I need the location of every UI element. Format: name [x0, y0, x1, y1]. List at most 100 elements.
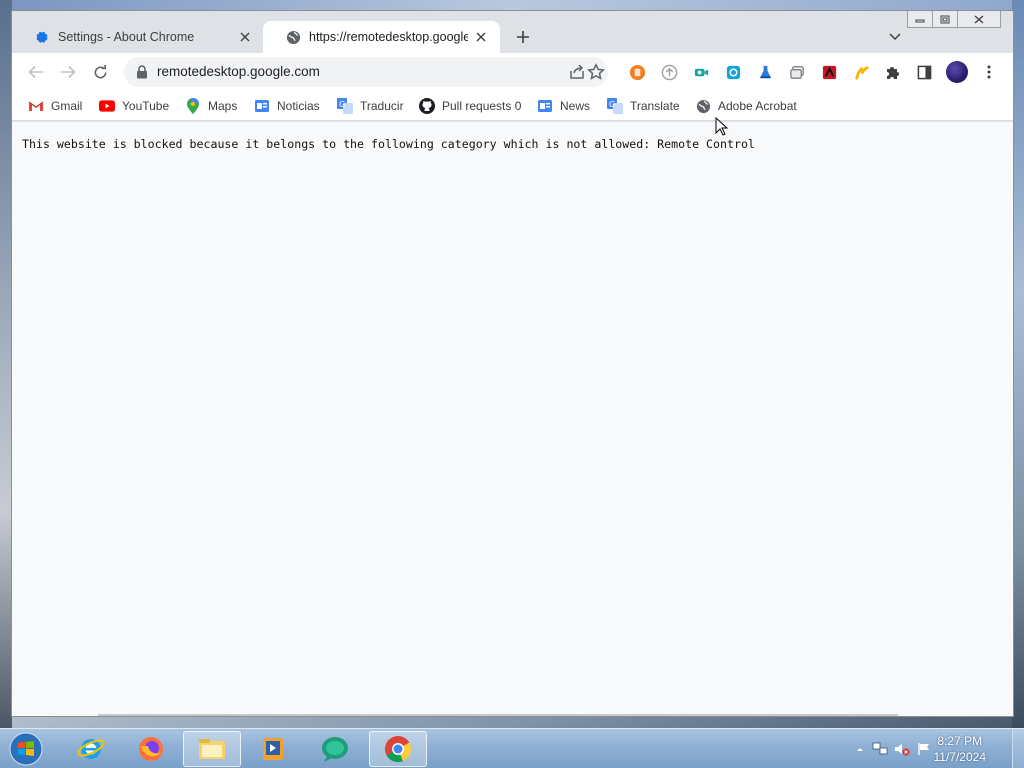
chrome-icon [385, 736, 412, 763]
menu-kebab-icon[interactable] [980, 63, 998, 81]
extension-red-icon[interactable] [820, 63, 838, 81]
start-button[interactable] [6, 731, 46, 767]
translate-icon: G [607, 98, 623, 114]
news-icon [254, 98, 270, 114]
tab-remote-desktop[interactable]: https://remotedesktop.google.co [263, 21, 500, 53]
address-bar-url: remotedesktop.google.com [157, 64, 320, 79]
tab-settings[interactable]: Settings - About Chrome [12, 21, 264, 53]
bookmark-label: Adobe Acrobat [718, 99, 797, 113]
reload-icon [94, 64, 106, 78]
extension-orange-icon[interactable] [628, 63, 646, 81]
extension-screen-icon[interactable] [724, 63, 742, 81]
clock-time: 8:27 PM [937, 734, 983, 748]
taskbar: 8:27 PM 11/7/2024 [0, 728, 1024, 768]
media-player-icon [263, 738, 283, 760]
bookmark-gmail[interactable]: Gmail [28, 97, 82, 115]
minimize-icon [915, 19, 925, 23]
svg-text:G: G [609, 100, 615, 109]
extension-camera-icon[interactable] [692, 63, 710, 81]
side-panel-icon[interactable] [915, 63, 933, 81]
new-tab-button[interactable] [512, 26, 534, 48]
taskbar-file-explorer[interactable] [183, 731, 241, 767]
news-icon [537, 98, 553, 114]
extension-flask-icon[interactable] [756, 63, 774, 81]
tab-title: https://remotedesktop.google.co [309, 30, 468, 44]
close-icon [974, 14, 984, 24]
extension-cards-icon[interactable] [788, 63, 806, 81]
file-explorer-icon [199, 739, 225, 759]
youtube-icon [99, 98, 115, 114]
bookmark-news[interactable]: News [537, 97, 590, 115]
bookmark-youtube[interactable]: YouTube [99, 97, 169, 115]
translate-icon: G [337, 98, 353, 114]
close-icon[interactable] [472, 28, 490, 46]
bookmark-label: Pull requests 0 [442, 99, 522, 113]
network-icon[interactable] [872, 741, 888, 757]
bookmark-label: Translate [630, 99, 680, 113]
gear-icon [34, 29, 50, 45]
profile-avatar[interactable] [946, 61, 968, 83]
reload-button[interactable] [90, 62, 110, 82]
window-controls [907, 11, 1001, 28]
arrow-left-icon [28, 65, 43, 79]
taskbar-firefox[interactable] [122, 731, 180, 767]
bookmark-label: Gmail [51, 99, 83, 113]
minimize-button[interactable] [907, 11, 933, 28]
bookmark-traducir[interactable]: G Traducir [337, 97, 404, 115]
action-center-flag-icon[interactable] [916, 741, 932, 757]
blocked-message: This website is blocked because it belon… [22, 137, 755, 151]
show-desktop-button[interactable] [1012, 729, 1024, 768]
bookmark-label: Maps [208, 99, 238, 113]
globe-icon [285, 29, 301, 45]
bookmark-translate[interactable]: G Translate [607, 97, 680, 115]
show-hidden-icons-button[interactable] [852, 741, 868, 757]
taskbar-chat-app[interactable] [306, 731, 364, 767]
extension-upload-icon[interactable] [660, 63, 678, 81]
bookmark-label: Traducir [360, 99, 404, 113]
taskbar-clock[interactable]: 8:27 PM 11/7/2024 [934, 733, 987, 765]
lock-icon [137, 65, 147, 79]
plus-icon [517, 31, 529, 43]
maps-icon [185, 98, 201, 114]
tab-search-button[interactable] [885, 28, 905, 46]
close-icon[interactable] [236, 28, 254, 46]
globe-icon [695, 98, 711, 114]
bookmark-label: YouTube [122, 99, 170, 113]
svg-text:G: G [339, 100, 345, 109]
bookmark-noticias[interactable]: Noticias [254, 97, 320, 115]
taskbar-media-player[interactable] [244, 731, 302, 767]
firefox-icon [139, 737, 163, 761]
chevron-down-icon [889, 33, 901, 41]
restore-icon [940, 15, 950, 23]
window-close-button[interactable] [957, 11, 1001, 28]
system-tray: 8:27 PM 11/7/2024 [834, 729, 1024, 768]
horizontal-scrollbar[interactable] [98, 714, 898, 716]
chat-icon [322, 737, 348, 762]
taskbar-chrome[interactable] [369, 731, 427, 767]
internet-explorer-icon [77, 739, 105, 759]
clock-date: 11/7/2024 [933, 750, 987, 764]
page-content: This website is blocked because it belon… [12, 122, 1013, 716]
bookmark-adobe-acrobat[interactable]: Adobe Acrobat [695, 97, 797, 115]
tab-title: Settings - About Chrome [58, 30, 195, 44]
bookmark-star-icon[interactable] [587, 63, 605, 81]
bookmarks-bar: Gmail YouTube Maps Noticias G Traducir P… [12, 91, 1013, 121]
bookmark-label: Noticias [277, 99, 320, 113]
arrow-right-icon [61, 65, 76, 79]
chevron-up-icon [857, 748, 863, 751]
github-icon [419, 98, 435, 114]
tab-strip: Settings - About Chrome https://remotede… [12, 11, 1013, 53]
address-bar[interactable]: remotedesktop.google.com [124, 57, 608, 87]
share-icon [570, 64, 584, 79]
gmail-icon [28, 98, 44, 114]
volume-muted-icon[interactable] [894, 741, 910, 757]
puzzle-piece-icon[interactable] [884, 63, 902, 81]
extension-pen-icon[interactable] [852, 63, 870, 81]
bookmark-pull-requests[interactable]: Pull requests 0 [419, 97, 521, 115]
forward-button[interactable] [58, 62, 78, 82]
restore-button[interactable] [932, 11, 958, 28]
taskbar-internet-explorer[interactable] [62, 731, 120, 767]
bookmark-label: News [560, 99, 591, 113]
bookmark-maps[interactable]: Maps [185, 97, 237, 115]
back-button[interactable] [26, 62, 46, 82]
